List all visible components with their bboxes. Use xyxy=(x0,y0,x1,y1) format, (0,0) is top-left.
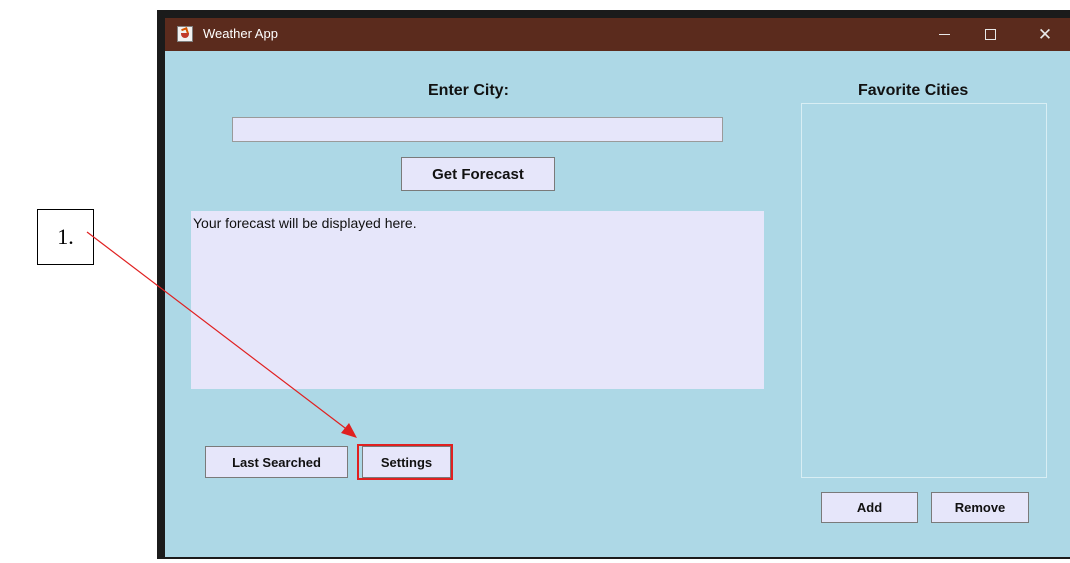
callout-arrow-head xyxy=(341,423,357,438)
callout-arrow-line xyxy=(86,231,350,432)
callout-arrow xyxy=(86,231,357,438)
screenshot-stage: Weather App ✕ Enter City: Get Forecast Y… xyxy=(0,0,1070,563)
